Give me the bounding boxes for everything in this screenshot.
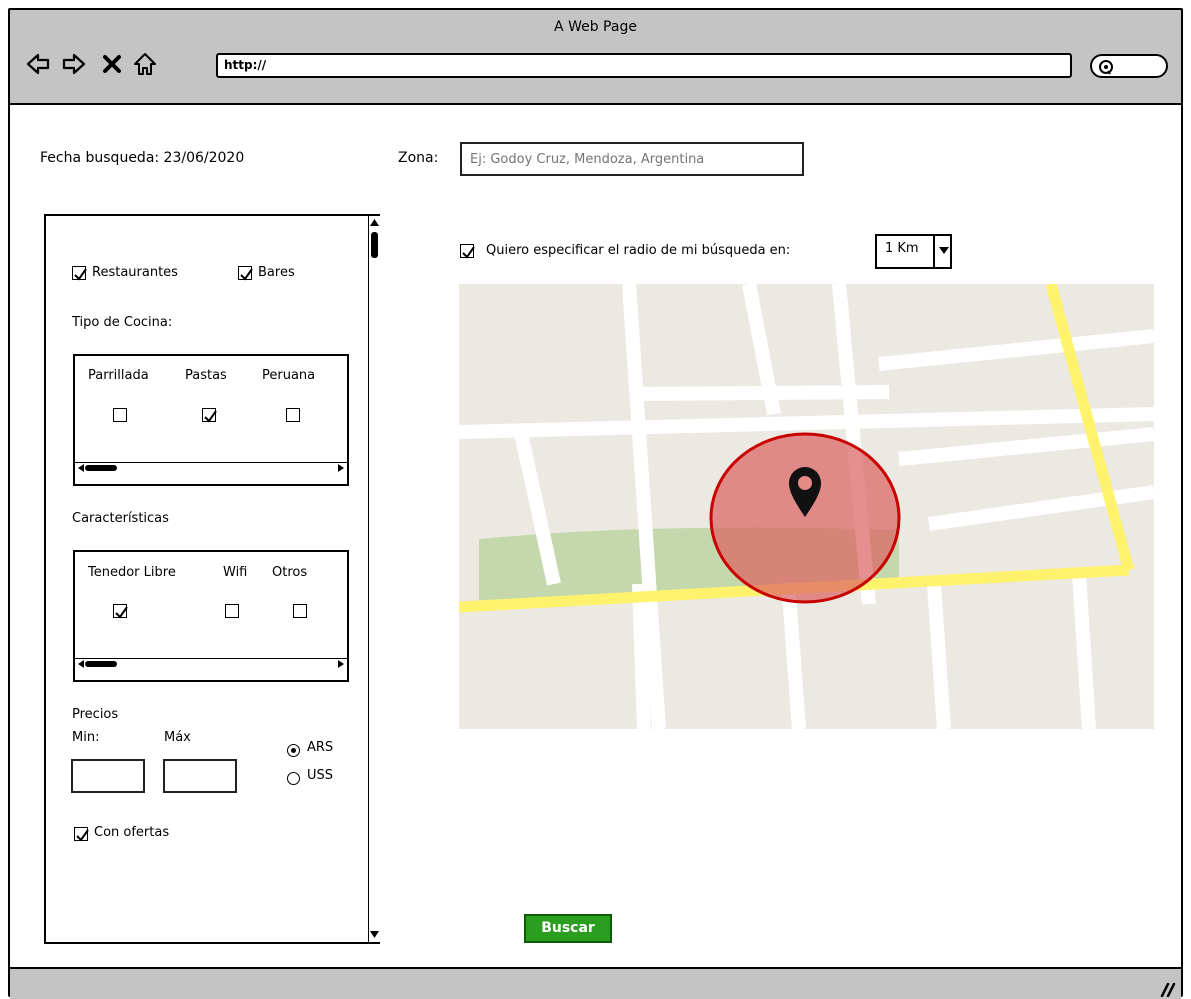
precios-title: Precios — [72, 707, 119, 722]
carac-label-wifi: Wifi — [223, 565, 248, 580]
restaurantes-checkbox[interactable] — [72, 266, 87, 281]
check-icon — [204, 410, 217, 423]
search-icon — [1099, 60, 1113, 75]
check-icon — [462, 246, 475, 259]
filters-panel-scrollbar[interactable] — [368, 216, 380, 942]
scroll-thumb[interactable] — [85, 465, 117, 471]
carac-label-otros: Otros — [272, 565, 308, 580]
carac-checkbox-tenedor[interactable] — [113, 604, 128, 619]
carac-label-tenedor: Tenedor Libre — [88, 565, 176, 580]
resize-grip-icon[interactable] — [1158, 981, 1176, 997]
cocina-checkbox-parrillada[interactable] — [113, 408, 127, 422]
scroll-thumb[interactable] — [371, 232, 378, 258]
buscar-button[interactable]: Buscar — [524, 914, 612, 943]
caracteristicas-title: Características — [72, 511, 169, 526]
scroll-right-icon[interactable] — [337, 660, 345, 668]
zona-input[interactable] — [460, 142, 804, 176]
browser-toolbar: A Web Page http:// — [10, 10, 1181, 105]
currency-label-ars: ARS — [307, 740, 334, 755]
cocina-label-pastas: Pastas — [185, 368, 227, 383]
bares-checkbox[interactable] — [238, 266, 253, 281]
cocina-checkbox-pastas[interactable] — [202, 408, 217, 423]
restaurantes-label: Restaurantes — [92, 265, 178, 280]
caracteristicas-list: Tenedor Libre Wifi Otros — [73, 550, 349, 682]
ofertas-label: Con ofertas — [94, 825, 170, 840]
cocina-label-parrillada: Parrillada — [88, 368, 149, 383]
min-label: Min: — [72, 730, 100, 745]
carac-scrollbar[interactable] — [75, 658, 347, 670]
forward-arrow-icon[interactable] — [62, 52, 86, 76]
scroll-left-icon[interactable] — [77, 464, 85, 472]
status-bar — [10, 967, 1181, 999]
search-radius-circle — [709, 432, 901, 604]
check-icon — [240, 268, 253, 281]
fecha-label: Fecha busqueda: 23/06/2020 — [40, 150, 245, 166]
bares-label: Bares — [258, 265, 295, 280]
close-icon[interactable] — [100, 52, 124, 76]
filters-panel: Restaurantes Bares Tipo de Cocina: Parri… — [44, 214, 380, 944]
max-label: Máx — [164, 730, 191, 745]
tipo-cocina-title: Tipo de Cocina: — [72, 315, 173, 330]
check-icon — [115, 606, 128, 619]
currency-radio-uss[interactable] — [287, 772, 300, 785]
radio-select-value: 1 Km — [885, 241, 919, 256]
radio-select[interactable]: 1 Km — [875, 234, 952, 269]
radio-busqueda-checkbox[interactable] — [460, 244, 475, 259]
currency-label-uss: USS — [307, 768, 334, 783]
precio-max-input[interactable] — [163, 759, 237, 793]
ofertas-checkbox[interactable] — [74, 827, 89, 842]
scroll-up-icon[interactable] — [370, 218, 379, 227]
window-title: A Web Page — [554, 19, 637, 35]
check-icon — [76, 829, 89, 842]
url-bar[interactable]: http:// — [216, 53, 1072, 78]
zona-label: Zona: — [398, 150, 439, 166]
radio-busqueda-label: Quiero especificar el radio de mi búsque… — [486, 243, 791, 258]
chevron-down-icon — [939, 247, 949, 254]
back-arrow-icon[interactable] — [26, 52, 50, 76]
scroll-thumb[interactable] — [85, 661, 117, 667]
currency-radio-ars[interactable] — [287, 744, 300, 757]
browser-window: A Web Page http:// Fecha busqueda: 23/06… — [8, 8, 1183, 999]
home-icon[interactable] — [133, 52, 157, 76]
scroll-right-icon[interactable] — [337, 464, 345, 472]
browser-search-box[interactable] — [1090, 54, 1168, 78]
precio-min-input[interactable] — [71, 759, 145, 793]
cocina-checkbox-peruana[interactable] — [286, 408, 300, 422]
dropdown-button[interactable] — [933, 234, 952, 269]
carac-checkbox-otros[interactable] — [293, 604, 307, 618]
map[interactable] — [459, 284, 1154, 729]
carac-checkbox-wifi[interactable] — [225, 604, 239, 618]
check-icon — [74, 268, 87, 281]
cocina-list: Parrillada Pastas Peruana — [73, 354, 349, 486]
cocina-scrollbar[interactable] — [75, 462, 347, 474]
cocina-label-peruana: Peruana — [262, 368, 316, 383]
scroll-left-icon[interactable] — [77, 660, 85, 668]
scroll-down-icon[interactable] — [370, 930, 379, 939]
